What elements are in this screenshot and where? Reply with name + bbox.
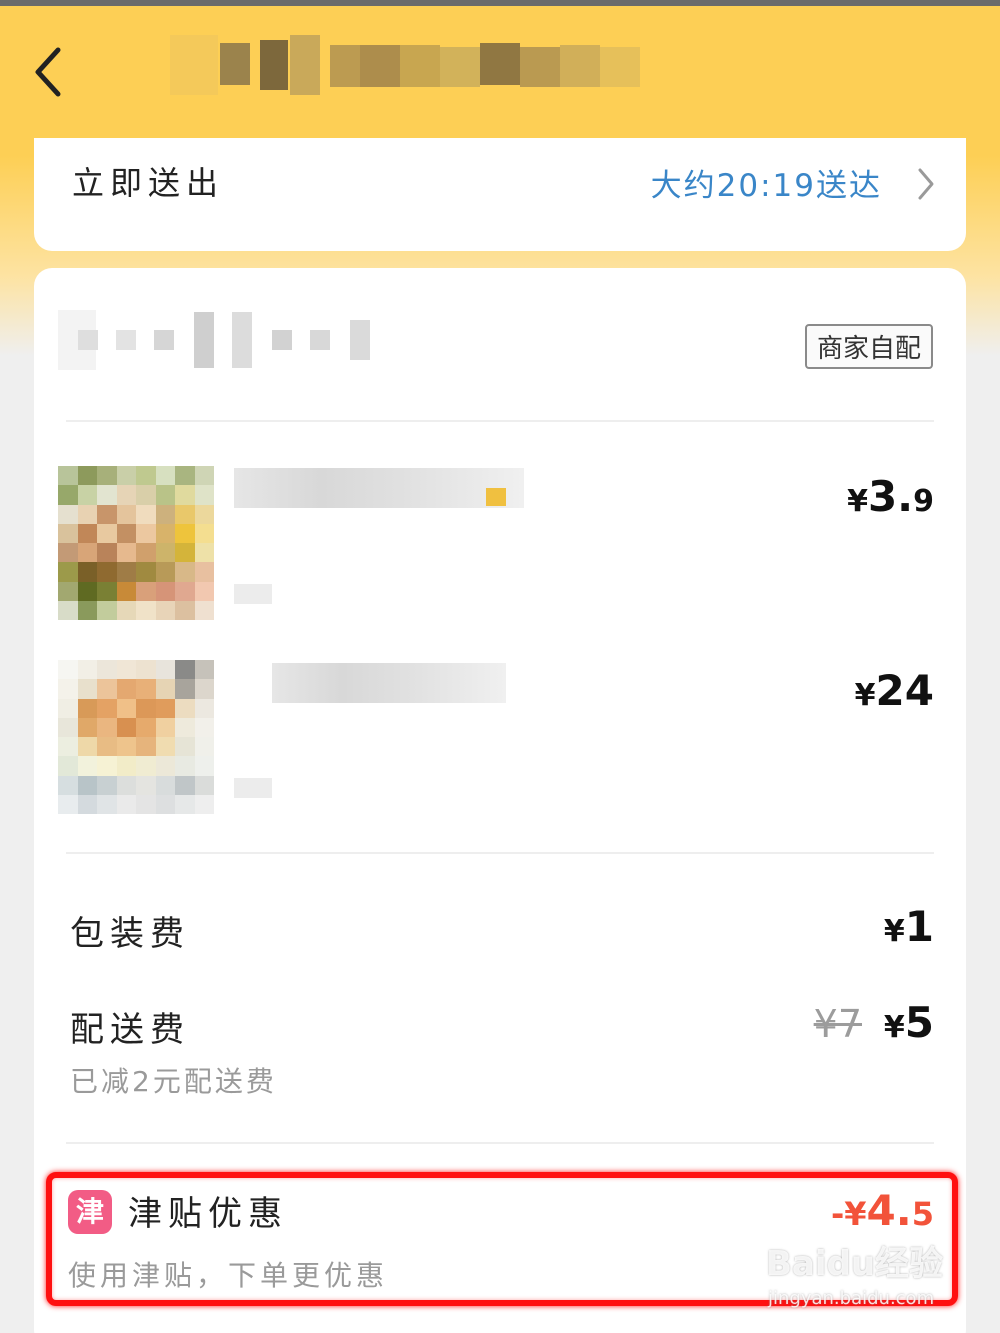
- item-name-pixelated: [486, 488, 506, 506]
- store-name-pixelated: [58, 310, 378, 370]
- send-now-label: 立即送出: [72, 164, 225, 202]
- item-qty-pixelated: [234, 584, 272, 604]
- delivery-fee-original: ¥7: [813, 1002, 862, 1046]
- item-price: ¥3.9: [847, 472, 934, 521]
- watermark-url: jingyan.baidu.com: [768, 1288, 935, 1309]
- back-button[interactable]: [26, 40, 76, 100]
- item-price: ¥24: [855, 666, 934, 715]
- watermark-logo: Baidu经验: [766, 1244, 944, 1284]
- delivery-fee-amount: 5: [904, 998, 934, 1047]
- item-name-pixelated: [234, 468, 524, 508]
- divider: [66, 420, 934, 422]
- delivery-fee-note: 已减2元配送费: [70, 1065, 277, 1098]
- item-price-main: 24: [875, 666, 934, 715]
- chevron-right-icon[interactable]: [914, 164, 938, 204]
- delivery-type-tag: 商家自配: [804, 324, 933, 369]
- packaging-fee-price: ¥1: [884, 902, 934, 951]
- packaging-fee-amount: 1: [904, 902, 934, 951]
- chevron-left-icon: [35, 47, 61, 97]
- baidu-watermark: Baidu经验 jingyan.baidu.com: [766, 1236, 966, 1316]
- delivery-fee-price: ¥5: [884, 998, 934, 1047]
- item-price-yen: ¥: [847, 484, 868, 519]
- packaging-fee-label: 包装费: [70, 914, 190, 954]
- divider: [66, 1142, 934, 1144]
- item-thumbnail[interactable]: [58, 466, 214, 620]
- item-qty-pixelated: [234, 778, 272, 798]
- eta-text[interactable]: 大约20:19送达: [651, 160, 882, 205]
- item-name-pixelated: [272, 663, 506, 703]
- item-price-yen: ¥: [854, 678, 876, 713]
- item-price-main: 3.: [867, 472, 914, 521]
- item-thumbnail[interactable]: [58, 660, 214, 814]
- page-title-pixelated: [150, 35, 650, 105]
- item-price-decimal: 9: [913, 484, 934, 519]
- delivery-time-card[interactable]: 立即送出 大约20:19送达: [34, 138, 966, 251]
- delivery-fee-yen: ¥: [883, 1010, 905, 1045]
- delivery-fee-label: 配送费: [70, 1010, 190, 1050]
- divider: [66, 852, 934, 854]
- packaging-fee-yen: ¥: [883, 914, 905, 949]
